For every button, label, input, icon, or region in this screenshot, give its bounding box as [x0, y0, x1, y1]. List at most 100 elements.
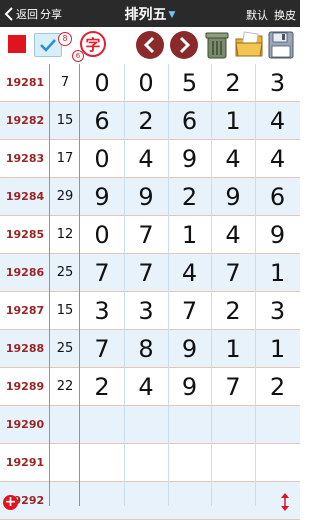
- digit-cell[interactable]: 4: [255, 102, 300, 140]
- digit-cell[interactable]: 0: [124, 64, 168, 102]
- digit-cell[interactable]: 3: [124, 292, 168, 330]
- digit-cell[interactable]: 1: [168, 216, 211, 254]
- digit-cell[interactable]: 7: [124, 254, 168, 292]
- issue-number: 19285: [5, 228, 45, 241]
- digit-cell[interactable]: 9: [255, 216, 300, 254]
- digit-cell[interactable]: 4: [211, 140, 255, 178]
- change-skin-button[interactable]: 换皮: [274, 7, 296, 23]
- digit-cell[interactable]: 1: [255, 254, 300, 292]
- issue-number: 19284: [5, 190, 45, 203]
- digit-cell[interactable]: 9: [211, 178, 255, 216]
- red-square-button[interactable]: [8, 35, 26, 53]
- digit-cell[interactable]: 0: [80, 140, 124, 178]
- column-divider: [124, 64, 125, 506]
- digit-cell[interactable]: [124, 406, 168, 444]
- digit-cell[interactable]: 2: [168, 178, 211, 216]
- digit-cell[interactable]: [124, 444, 168, 482]
- bottom-bar: +: [0, 490, 300, 515]
- arrow-left-icon: [143, 36, 155, 54]
- digit-cell[interactable]: 2: [211, 64, 255, 102]
- digit-sum: [50, 406, 80, 444]
- open-folder-button[interactable]: [234, 30, 264, 60]
- digit-cell[interactable]: [211, 444, 255, 482]
- digit-cell[interactable]: 5: [168, 64, 211, 102]
- digit-sum: 25: [56, 265, 74, 280]
- digit-cell[interactable]: 2: [124, 102, 168, 140]
- digit-cell[interactable]: 4: [124, 140, 168, 178]
- digit-cell[interactable]: 6: [168, 102, 211, 140]
- default-button[interactable]: 默认: [246, 7, 268, 23]
- digit-cell[interactable]: 7: [211, 254, 255, 292]
- digit-cell[interactable]: [211, 406, 255, 444]
- digit-cell[interactable]: [168, 406, 211, 444]
- digit-cell[interactable]: 6: [80, 102, 124, 140]
- digit-cell[interactable]: 4: [211, 216, 255, 254]
- digit-sum: 22: [56, 379, 74, 394]
- digit-sum: [50, 444, 80, 482]
- digit-cell[interactable]: 4: [168, 254, 211, 292]
- floppy-disk-icon: [268, 31, 294, 59]
- sort-arrows-icon[interactable]: [278, 492, 292, 512]
- digit-cell[interactable]: 3: [255, 292, 300, 330]
- digit-cell[interactable]: 9: [80, 178, 124, 216]
- issue-number: 19289: [5, 380, 45, 393]
- digit-sum: 12: [56, 227, 74, 242]
- digit-sum: 15: [56, 303, 74, 318]
- page-title[interactable]: 排列五: [125, 7, 167, 23]
- digit-cell[interactable]: [255, 444, 300, 482]
- add-button[interactable]: +: [3, 495, 18, 510]
- digit-cell[interactable]: 3: [255, 64, 300, 102]
- digit-cell[interactable]: 9: [168, 140, 211, 178]
- digit-cell[interactable]: 2: [255, 368, 300, 406]
- column-divider: [79, 64, 80, 506]
- digit-cell[interactable]: 0: [80, 64, 124, 102]
- folder-icon: [235, 31, 263, 57]
- arrow-right-icon: [179, 36, 191, 54]
- issue-number: 19282: [5, 114, 45, 127]
- digit-cell[interactable]: 2: [80, 368, 124, 406]
- digit-cell[interactable]: 6: [255, 178, 300, 216]
- digit-sum: 29: [56, 189, 74, 204]
- issue-number: 19287: [5, 304, 45, 317]
- digit-cell[interactable]: 1: [211, 330, 255, 368]
- digit-cell[interactable]: 1: [255, 330, 300, 368]
- column-divider: [255, 64, 256, 506]
- digit-cell[interactable]: 3: [80, 292, 124, 330]
- digit-cell[interactable]: 9: [168, 368, 211, 406]
- toolbar: 8 6 字: [0, 27, 300, 64]
- digit-cell[interactable]: 7: [124, 216, 168, 254]
- issue-number: 19291: [5, 456, 45, 469]
- digit-cell[interactable]: [168, 444, 211, 482]
- digit-cell[interactable]: 7: [168, 292, 211, 330]
- badge-count: 8: [58, 32, 72, 46]
- issue-number: 19290: [5, 418, 45, 431]
- trash-icon: [205, 32, 229, 59]
- digit-cell[interactable]: 9: [168, 330, 211, 368]
- issue-number: 19283: [5, 152, 45, 165]
- digit-cell[interactable]: 4: [124, 368, 168, 406]
- digit-cell[interactable]: [80, 444, 124, 482]
- digit-cell[interactable]: 1: [211, 102, 255, 140]
- digit-cell[interactable]: 0: [80, 216, 124, 254]
- digit-cell[interactable]: 7: [80, 254, 124, 292]
- column-divider: [211, 64, 212, 506]
- digit-sum: 15: [56, 113, 74, 128]
- column-divider: [49, 64, 50, 506]
- digit-cell[interactable]: 4: [255, 140, 300, 178]
- save-button[interactable]: [268, 31, 294, 59]
- digit-cell[interactable]: 9: [124, 178, 168, 216]
- digit-cell[interactable]: [80, 406, 124, 444]
- digit-cell[interactable]: 8: [124, 330, 168, 368]
- digit-cell[interactable]: 7: [211, 368, 255, 406]
- next-button[interactable]: [170, 31, 198, 59]
- font-toggle-button[interactable]: 字: [80, 31, 106, 57]
- digit-cell[interactable]: 7: [80, 330, 124, 368]
- top-bar: 返回 分享 排列五 ▼ 默认 换皮: [0, 0, 300, 27]
- digit-sum: 17: [56, 151, 74, 166]
- digit-sum: 25: [56, 341, 74, 356]
- digit-cell[interactable]: [255, 406, 300, 444]
- digit-sum: 7: [60, 75, 70, 90]
- previous-button[interactable]: [136, 31, 164, 59]
- trash-button[interactable]: [204, 30, 230, 60]
- digit-cell[interactable]: 2: [211, 292, 255, 330]
